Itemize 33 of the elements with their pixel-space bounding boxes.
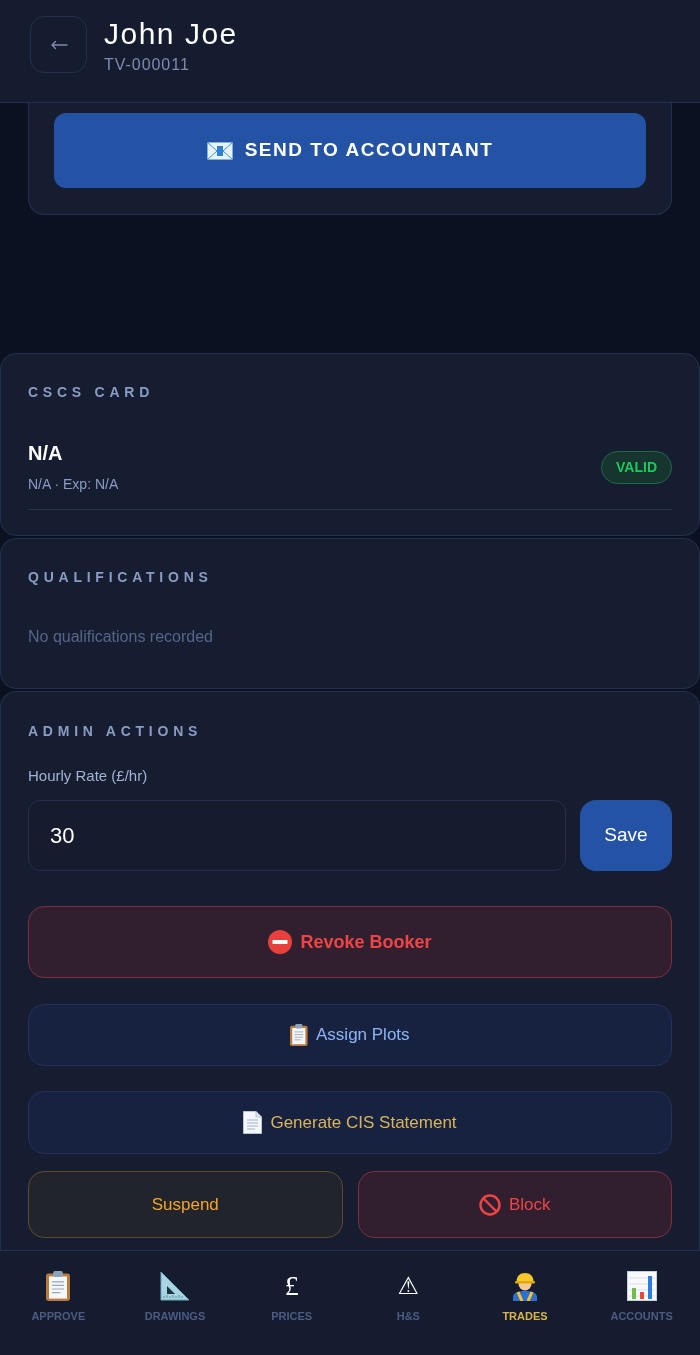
- trader-name: John Joe: [104, 16, 238, 52]
- arrow-left-icon: [49, 39, 68, 50]
- bar-chart-icon: [626, 1271, 657, 1301]
- section-title: ADMIN ACTIONS: [28, 722, 204, 741]
- card-name: N/A: [28, 441, 64, 466]
- clipboard-icon: [290, 1024, 308, 1046]
- action-button[interactable]: Suspend: [28, 1171, 343, 1238]
- nav-tab[interactable]: TRADES: [466, 1251, 584, 1324]
- envelope-icon: [206, 141, 233, 160]
- nav-tab[interactable]: £ PRICES: [233, 1251, 350, 1324]
- action-button[interactable]: Block: [357, 1171, 672, 1238]
- prohibited-icon: [478, 1193, 501, 1216]
- hourly-rate-input[interactable]: 30: [28, 800, 566, 871]
- empty-message: No qualifications recorded: [28, 627, 214, 647]
- section-title: QUALIFICATIONS: [28, 568, 214, 587]
- back-button[interactable]: [30, 16, 87, 73]
- action-button[interactable]: Generate CIS Statement: [28, 1091, 672, 1154]
- nav-tab[interactable]: ⚠ H&S: [350, 1251, 467, 1324]
- warning-icon: ⚠: [397, 1271, 420, 1301]
- clipboard-icon: [46, 1271, 71, 1301]
- card-details: N/A · Exp: N/A: [28, 475, 119, 494]
- document-icon: [243, 1111, 263, 1134]
- worker-icon: [511, 1271, 539, 1301]
- trader-id: TV-000011: [104, 55, 191, 75]
- section-title: CSCS CARD: [28, 383, 156, 402]
- action-button[interactable]: Revoke Booker: [28, 906, 672, 978]
- status-badge: VALID: [601, 451, 672, 484]
- save-button[interactable]: Save: [580, 800, 672, 871]
- no-entry-icon: [268, 930, 293, 954]
- field-label: Hourly Rate (£/hr): [28, 766, 149, 786]
- send-to-accountant-button[interactable]: SEND TO ACCOUNTANT: [54, 113, 646, 188]
- pound-sign-icon: £: [284, 1271, 299, 1301]
- action-button[interactable]: Assign Plots: [28, 1004, 672, 1066]
